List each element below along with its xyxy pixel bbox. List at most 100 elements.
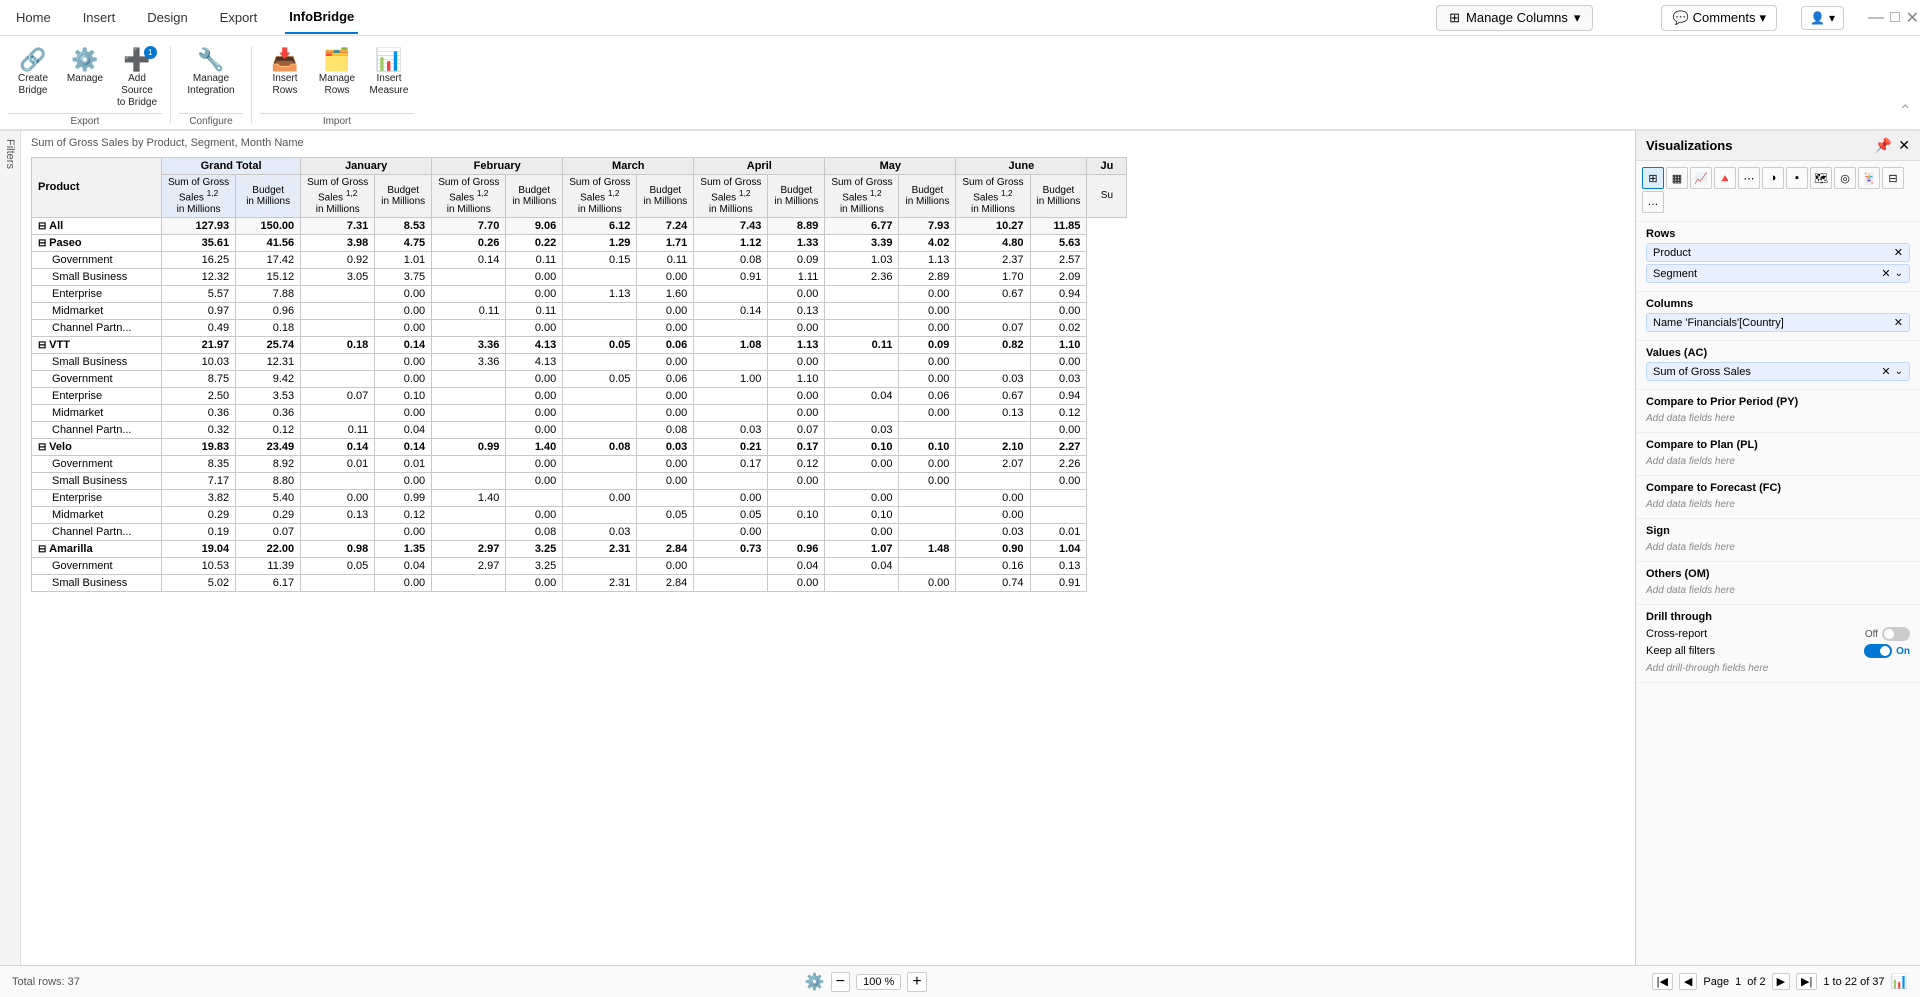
compare-prior-section: Compare to Prior Period (PY) Add data fi… (1636, 390, 1920, 433)
others-section: Others (OM) Add data fields here (1636, 562, 1920, 605)
add-source-button[interactable]: ➕ 1 Add Sourceto Bridge (112, 44, 162, 113)
panel-close-icon[interactable]: ✕ (1898, 137, 1910, 154)
window-close-icon[interactable]: ✕ (1906, 8, 1919, 28)
nav-design[interactable]: Design (143, 2, 191, 33)
table-cell (825, 353, 899, 370)
user-button[interactable]: 👤 ▾ (1801, 6, 1844, 30)
gear-settings-icon[interactable]: ⚙️ (805, 972, 825, 992)
compare-prior-placeholder[interactable]: Add data fields here (1646, 411, 1910, 426)
nav-infobridge[interactable]: InfoBridge (285, 1, 358, 34)
page-next-button[interactable]: ▶ (1772, 973, 1790, 990)
vis-more-icon[interactable]: … (1642, 191, 1664, 213)
product-field-x-icon[interactable]: ✕ (1894, 246, 1903, 259)
page-prev-button[interactable]: ◀ (1679, 973, 1697, 990)
manage-columns-button[interactable]: ⊞ Manage Columns ▾ (1436, 5, 1593, 31)
expand-icon[interactable]: ⊟ (38, 238, 49, 249)
expand-icon[interactable]: ⊟ (38, 544, 49, 555)
cross-report-state: Off (1865, 629, 1878, 640)
insert-measure-button[interactable]: 📊 InsertMeasure (364, 44, 414, 101)
table-cell: 5.57 (162, 285, 236, 302)
table-cell: 0.07 (768, 421, 825, 438)
panel-pin-icon[interactable]: 📌 (1875, 137, 1892, 154)
table-cell: 0.00 (825, 455, 899, 472)
table-cell: 22.00 (236, 540, 301, 557)
table-cell (432, 404, 506, 421)
compare-plan-placeholder[interactable]: Add data fields here (1646, 454, 1910, 469)
expand-icon[interactable]: ⊟ (38, 340, 49, 351)
table-cell (956, 353, 1030, 370)
gross-sales-field-x-icon[interactable]: ✕ (1881, 365, 1890, 378)
table-cell: 0.67 (956, 285, 1030, 302)
zoom-in-button[interactable]: + (907, 972, 926, 992)
page-first-button[interactable]: |◀ (1652, 973, 1673, 990)
table-row: Midmarket0.290.290.130.120.000.050.050.1… (32, 506, 1127, 523)
table-cell (694, 319, 768, 336)
page-last-button[interactable]: ▶| (1796, 973, 1817, 990)
manage-rows-button[interactable]: 🗂️ ManageRows (312, 44, 362, 101)
nav-insert[interactable]: Insert (79, 2, 120, 33)
comments-button[interactable]: 💬 Comments ▾ (1661, 5, 1777, 31)
keep-filters-switch[interactable] (1864, 644, 1892, 658)
segment-field-x-icon[interactable]: ✕ (1881, 267, 1890, 280)
table-cell: 3.75 (375, 268, 432, 285)
keep-filters-toggle[interactable]: On (1864, 644, 1910, 658)
expand-icon[interactable]: ⊟ (38, 442, 49, 453)
vis-scatter-icon[interactable]: ⋯ (1738, 167, 1760, 189)
table-scroll-container[interactable]: Product Grand Total January February Mar… (31, 157, 1625, 591)
zoom-out-button[interactable]: − (831, 972, 850, 992)
vis-area-icon[interactable]: 🔺 (1714, 167, 1736, 189)
vis-matrix-icon[interactable]: ⊞ (1642, 167, 1664, 189)
product-field-chip[interactable]: Product ✕ (1646, 243, 1910, 262)
table-cell: 0.03 (825, 421, 899, 438)
manage-button[interactable]: ⚙️ Manage (60, 44, 110, 89)
drill-through-placeholder[interactable]: Add drill-through fields here (1646, 661, 1910, 676)
row-label-cell: Midmarket (32, 506, 162, 523)
vis-card-icon[interactable]: 🃏 (1858, 167, 1880, 189)
feb-gross-sales-header: Sum of GrossSales 1,2in Millions (432, 175, 506, 217)
compare-forecast-placeholder[interactable]: Add data fields here (1646, 497, 1910, 512)
vis-map-icon[interactable]: 🗺 (1810, 167, 1832, 189)
vis-pie-icon[interactable]: ◑ (1762, 167, 1784, 189)
segment-field-chip[interactable]: Segment ✕ ⌄ (1646, 264, 1910, 283)
product-field-label: Product (1653, 247, 1691, 259)
table-cell: 0.04 (825, 387, 899, 404)
sign-placeholder[interactable]: Add data fields here (1646, 540, 1910, 555)
name-field-chip[interactable]: Name 'Financials'[Country] ✕ (1646, 313, 1910, 332)
manage-integration-button[interactable]: 🔧 ManageIntegration (179, 44, 243, 101)
create-bridge-button[interactable]: 🔗 CreateBridge (8, 44, 58, 101)
manage-rows-icon: 🗂️ (323, 48, 350, 72)
cross-report-toggle[interactable]: Off (1865, 627, 1910, 641)
table-cell: 0.00 (694, 489, 768, 506)
vis-bar-icon[interactable]: ▦ (1666, 167, 1688, 189)
table-cell: 0.00 (956, 489, 1030, 506)
insert-measure-icon: 📊 (375, 48, 402, 72)
others-placeholder[interactable]: Add data fields here (1646, 583, 1910, 598)
table-cell: 0.12 (375, 506, 432, 523)
vis-treemap-icon[interactable]: ▪ (1786, 167, 1808, 189)
expand-icon[interactable]: ⊟ (38, 221, 49, 232)
table-cell: 3.25 (506, 540, 563, 557)
manage-integration-label: ManageIntegration (187, 73, 234, 97)
table-cell: 7.43 (694, 217, 768, 234)
table-cell: 0.00 (506, 421, 563, 438)
table-cell: 0.07 (956, 319, 1030, 336)
ribbon-expand-icon[interactable]: ⌃ (1899, 101, 1912, 121)
gross-sales-field-chip[interactable]: Sum of Gross Sales ✕ ⌄ (1646, 362, 1910, 381)
table-cell: 0.97 (162, 302, 236, 319)
window-maximize-icon[interactable]: □ (1890, 9, 1900, 27)
filters-panel[interactable]: Filters (0, 131, 21, 965)
table-cell: 150.00 (236, 217, 301, 234)
cross-report-switch[interactable] (1882, 627, 1910, 641)
vis-gauge-icon[interactable]: ◎ (1834, 167, 1856, 189)
nav-export[interactable]: Export (216, 2, 262, 33)
table-cell: 1.13 (563, 285, 637, 302)
segment-field-chevron-icon: ⌄ (1895, 268, 1903, 279)
window-minimize-icon[interactable]: — (1868, 9, 1884, 27)
name-field-x-icon[interactable]: ✕ (1894, 316, 1903, 329)
vis-table-icon[interactable]: ⊟ (1882, 167, 1904, 189)
values-section: Values (AC) Sum of Gross Sales ✕ ⌄ (1636, 341, 1920, 390)
nav-home[interactable]: Home (12, 2, 55, 33)
table-cell: 0.94 (1030, 387, 1087, 404)
insert-rows-button[interactable]: 📥 InsertRows (260, 44, 310, 101)
vis-line-icon[interactable]: 📈 (1690, 167, 1712, 189)
